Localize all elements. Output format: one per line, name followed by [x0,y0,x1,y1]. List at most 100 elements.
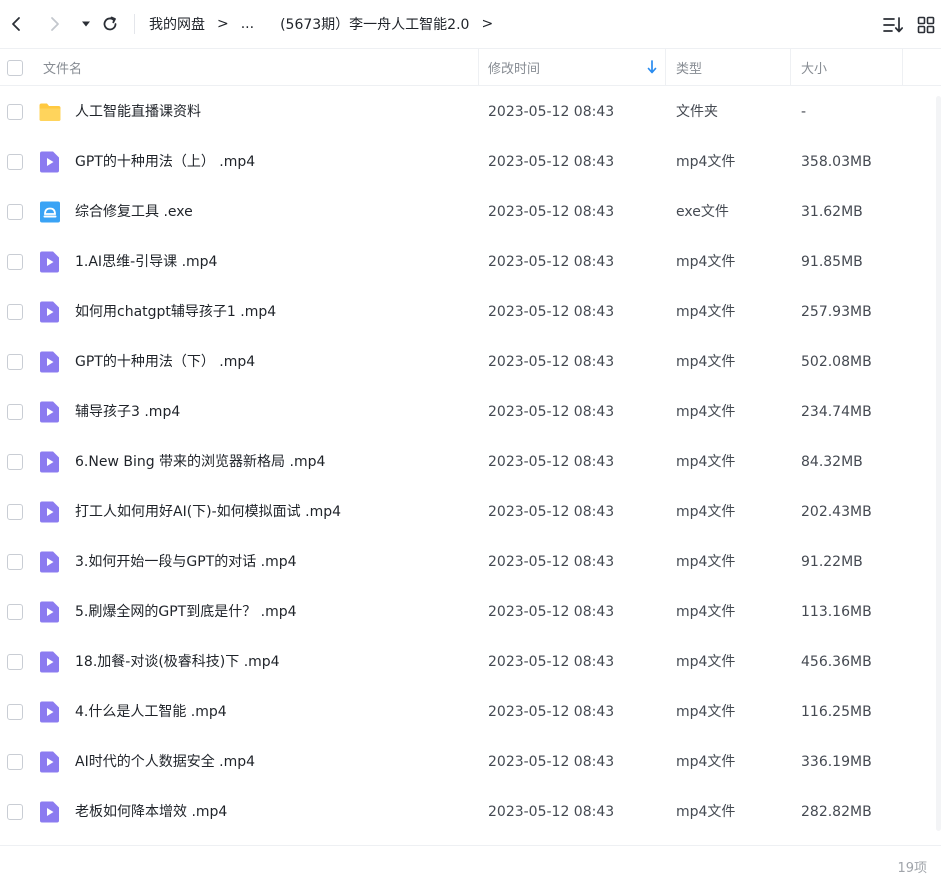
row-checkbox[interactable] [7,354,23,370]
breadcrumb-separator: > [217,16,229,32]
file-name[interactable]: GPT的十种用法（下） .mp4 [75,337,255,387]
toolbar: 我的网盘 > ... (5673期）李一舟人工智能2.0 > [0,0,941,48]
file-name[interactable]: 18.加餐-对谈(极睿科技)下 .mp4 [75,637,280,687]
column-type[interactable]: 类型 [676,49,702,86]
file-row[interactable]: 综合修复工具 .exe 2023-05-12 08:43 exe文件 31.62MB [0,187,941,237]
file-size: 336.19MB [801,754,872,770]
file-type: mp4文件 [676,754,736,770]
file-name[interactable]: 辅导孩子3 .mp4 [75,387,180,437]
file-type: mp4文件 [676,654,736,670]
file-modified-time: 2023-05-12 08:43 [488,354,615,370]
row-checkbox[interactable] [7,704,23,720]
refresh-icon [103,16,117,31]
row-checkbox[interactable] [7,104,23,120]
file-type: 文件夹 [676,104,718,120]
column-modified[interactable]: 修改时间 [488,49,540,86]
file-type: mp4文件 [676,454,736,470]
breadcrumb-separator[interactable]: > [481,16,493,32]
file-row[interactable]: GPT的十种用法（上） .mp4 2023-05-12 08:43 mp4文件 358… [0,137,941,187]
column-name[interactable]: 文件名 [43,49,82,86]
video-file-icon [38,800,62,824]
file-row[interactable]: 5.刷爆全网的GPT到底是什？ .mp4 2023-05-12 08:43 mp4文… [0,587,941,637]
file-row[interactable]: 6.New Bing 带来的浏览器新格局 .mp4 2023-05-12 08:4… [0,437,941,487]
footer-divider [0,845,941,846]
exe-file-icon [38,200,62,224]
grid-view-icon [917,16,935,34]
sort-button[interactable] [883,14,905,36]
row-checkbox[interactable] [7,204,23,220]
file-row[interactable]: 3.如何开始一段与GPT的对话 .mp4 2023-05-12 08:43 mp4文… [0,537,941,587]
file-modified-time: 2023-05-12 08:43 [488,204,615,220]
video-file-icon [38,300,62,324]
column-divider[interactable] [790,49,791,86]
forward-button[interactable] [43,10,67,38]
video-file-icon [38,550,62,574]
column-size[interactable]: 大小 [801,49,827,86]
file-row[interactable]: 打工人如何用好AI(下)-如何模拟面试 .mp4 2023-05-12 08:43… [0,487,941,537]
file-row[interactable]: 18.加餐-对谈(极睿科技)下 .mp4 2023-05-12 08:43 mp4文… [0,637,941,687]
file-row[interactable]: 辅导孩子3 .mp4 2023-05-12 08:43 mp4文件 234.74MB [0,387,941,437]
row-checkbox[interactable] [7,454,23,470]
file-name[interactable]: GPT的十种用法（上） .mp4 [75,137,255,187]
row-checkbox[interactable] [7,504,23,520]
row-checkbox[interactable] [7,554,23,570]
file-name[interactable]: 5.刷爆全网的GPT到底是什？ .mp4 [75,587,297,637]
file-modified-time: 2023-05-12 08:43 [488,454,615,470]
file-size: 84.32MB [801,454,863,470]
file-size: 91.22MB [801,554,863,570]
file-name[interactable]: AI时代的个人数据安全 .mp4 [75,737,255,787]
file-name[interactable]: 打工人如何用好AI(下)-如何模拟面试 .mp4 [75,487,341,537]
video-file-icon [38,650,62,674]
row-checkbox[interactable] [7,754,23,770]
file-name[interactable]: 1.AI思维-引导课 .mp4 [75,237,217,287]
history-dropdown-button[interactable] [74,10,98,38]
caret-down-icon [82,21,90,27]
row-checkbox[interactable] [7,404,23,420]
column-divider[interactable] [902,49,903,86]
column-divider[interactable] [478,49,479,86]
row-checkbox[interactable] [7,804,23,820]
file-type: mp4文件 [676,604,736,620]
file-size: 31.62MB [801,204,863,220]
breadcrumb-current[interactable]: (5673期）李一舟人工智能2.0 [280,14,469,34]
file-name[interactable]: 老板如何降本增效 .mp4 [75,787,227,837]
row-checkbox[interactable] [7,604,23,620]
scrollbar[interactable] [936,96,941,831]
column-divider[interactable] [665,49,666,86]
video-file-icon [38,150,62,174]
sort-descending-icon[interactable] [646,59,658,75]
row-checkbox[interactable] [7,304,23,320]
file-type: exe文件 [676,204,729,220]
file-type: mp4文件 [676,804,736,820]
file-row[interactable]: 1.AI思维-引导课 .mp4 2023-05-12 08:43 mp4文件 91.8… [0,237,941,287]
row-checkbox[interactable] [7,654,23,670]
file-modified-time: 2023-05-12 08:43 [488,254,615,270]
grid-view-button[interactable] [915,14,937,36]
file-name[interactable]: 人工智能直播课资料 [75,87,201,137]
video-file-icon [38,400,62,424]
file-row[interactable]: 人工智能直播课资料 2023-05-12 08:43 文件夹 - [0,87,941,137]
file-row[interactable]: 4.什么是人工智能 .mp4 2023-05-12 08:43 mp4文件 116.2… [0,687,941,737]
column-header: 文件名 修改时间 类型 大小 [0,48,941,86]
file-name[interactable]: 4.什么是人工智能 .mp4 [75,687,227,737]
file-name[interactable]: 6.New Bing 带来的浏览器新格局 .mp4 [75,437,325,487]
file-name[interactable]: 如何用chatgpt辅导孩子1 .mp4 [75,287,276,337]
folder-icon [38,100,62,124]
file-row[interactable]: 如何用chatgpt辅导孩子1 .mp4 2023-05-12 08:43 mp4文… [0,287,941,337]
file-size: 234.74MB [801,404,872,420]
row-checkbox[interactable] [7,254,23,270]
video-file-icon [38,350,62,374]
file-row[interactable]: 老板如何降本增效 .mp4 2023-05-12 08:43 mp4文件 282.82… [0,787,941,837]
back-button[interactable] [4,10,28,38]
file-name[interactable]: 3.如何开始一段与GPT的对话 .mp4 [75,537,297,587]
file-row[interactable]: AI时代的个人数据安全 .mp4 2023-05-12 08:43 mp4文件 336… [0,737,941,787]
breadcrumb-root[interactable]: 我的网盘 [149,14,205,34]
refresh-button[interactable] [98,10,122,38]
file-modified-time: 2023-05-12 08:43 [488,654,615,670]
file-type: mp4文件 [676,554,736,570]
breadcrumb-ellipsis[interactable]: ... [241,16,254,32]
select-all-checkbox[interactable] [7,59,23,76]
file-row[interactable]: GPT的十种用法（下） .mp4 2023-05-12 08:43 mp4文件 502… [0,337,941,387]
row-checkbox[interactable] [7,154,23,170]
file-name[interactable]: 综合修复工具 .exe [75,187,193,237]
